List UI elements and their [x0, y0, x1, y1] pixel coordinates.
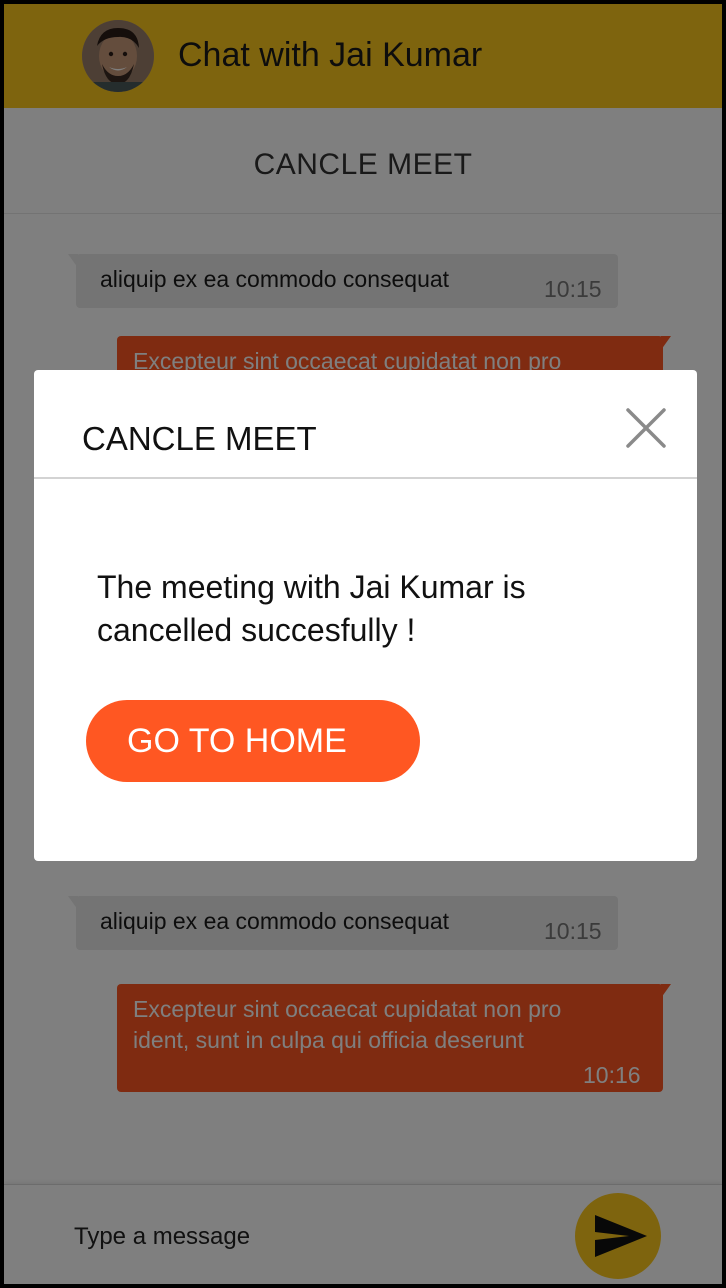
dialog-divider: [34, 477, 697, 479]
dialog-message: The meeting with Jai Kumar is cancelled …: [97, 569, 526, 648]
close-icon: [626, 408, 666, 448]
go-to-home-button[interactable]: GO TO HOME: [86, 700, 420, 782]
dialog-title: CANCLE MEET: [82, 420, 317, 457]
close-button[interactable]: [624, 406, 668, 450]
cancel-meet-dialog: CANCLE MEET The meeting with Jai Kumar i…: [34, 370, 697, 861]
